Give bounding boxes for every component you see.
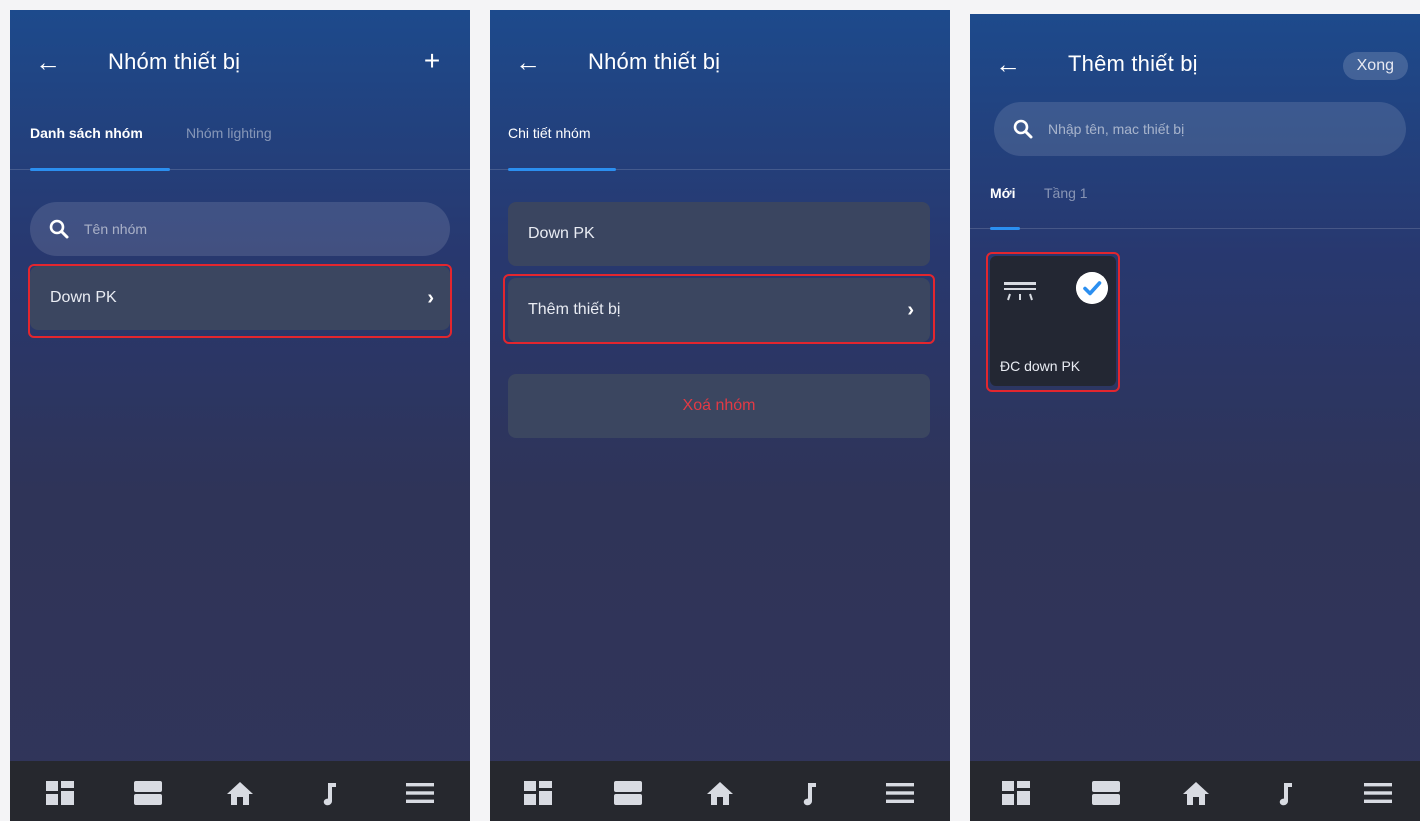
group-search-input[interactable]: Tên nhóm bbox=[30, 202, 450, 256]
back-arrow-icon[interactable]: ← bbox=[992, 48, 1024, 80]
bottom-nav bbox=[10, 761, 470, 821]
music-icon[interactable] bbox=[314, 779, 346, 807]
add-group-button[interactable]: + bbox=[416, 46, 448, 78]
home-icon[interactable] bbox=[1180, 779, 1212, 807]
device-search-input[interactable]: Nhập tên, mac thiết bị bbox=[994, 102, 1406, 156]
rooms-icon[interactable] bbox=[1090, 779, 1122, 807]
active-tab-indicator bbox=[508, 168, 616, 171]
search-icon bbox=[1013, 119, 1033, 139]
tab-lighting-group[interactable]: Nhóm lighting bbox=[186, 122, 272, 144]
delete-group-label: Xoá nhóm bbox=[682, 397, 756, 414]
dashboard-icon[interactable] bbox=[522, 779, 554, 807]
tab-group-detail[interactable]: Chi tiết nhóm bbox=[508, 122, 590, 144]
group-name-field[interactable]: Down PK bbox=[508, 202, 930, 266]
tab-bar: Mới Tầng 1 bbox=[970, 178, 1420, 230]
tab-new[interactable]: Mới bbox=[990, 182, 1016, 204]
app-header: ← Nhóm thiết bị + bbox=[10, 42, 470, 82]
active-tab-indicator bbox=[30, 168, 170, 171]
music-icon[interactable] bbox=[1270, 779, 1302, 807]
page-title: Thêm thiết bị bbox=[1068, 51, 1198, 76]
group-name-value: Down PK bbox=[528, 225, 595, 242]
bottom-nav bbox=[970, 761, 1420, 821]
app-header: ← Nhóm thiết bị bbox=[490, 42, 950, 82]
rooms-icon[interactable] bbox=[612, 779, 644, 807]
menu-icon[interactable] bbox=[404, 779, 436, 807]
home-icon[interactable] bbox=[224, 779, 256, 807]
back-arrow-icon[interactable]: ← bbox=[512, 46, 544, 78]
home-icon[interactable] bbox=[704, 779, 736, 807]
highlight-box bbox=[503, 274, 935, 344]
search-icon bbox=[49, 219, 69, 239]
tab-group-list[interactable]: Danh sách nhóm bbox=[30, 122, 143, 144]
active-tab-indicator bbox=[990, 227, 1020, 230]
add-device-screen: ← Thêm thiết bị Xong Nhập tên, mac thiết… bbox=[970, 14, 1420, 821]
delete-group-button[interactable]: Xoá nhóm bbox=[508, 374, 930, 438]
dashboard-icon[interactable] bbox=[44, 779, 76, 807]
search-placeholder: Nhập tên, mac thiết bị bbox=[1048, 121, 1185, 137]
page-title: Nhóm thiết bị bbox=[588, 49, 721, 74]
music-icon[interactable] bbox=[794, 779, 826, 807]
menu-icon[interactable] bbox=[884, 779, 916, 807]
highlight-box bbox=[986, 252, 1120, 392]
tab-bar: Chi tiết nhóm bbox=[490, 118, 950, 171]
tab-floor-1[interactable]: Tầng 1 bbox=[1044, 182, 1088, 204]
dashboard-icon[interactable] bbox=[1000, 779, 1032, 807]
search-placeholder: Tên nhóm bbox=[84, 221, 148, 237]
app-header: ← Thêm thiết bị Xong bbox=[970, 44, 1420, 84]
page-title: Nhóm thiết bị bbox=[108, 49, 241, 74]
rooms-icon[interactable] bbox=[132, 779, 164, 807]
done-button[interactable]: Xong bbox=[1342, 52, 1408, 80]
group-list-screen: ← Nhóm thiết bị + Danh sách nhóm Nhóm li… bbox=[10, 10, 470, 821]
tab-bar: Danh sách nhóm Nhóm lighting bbox=[10, 118, 470, 171]
back-arrow-icon[interactable]: ← bbox=[32, 46, 64, 78]
group-detail-screen: ← Nhóm thiết bị Chi tiết nhóm Down PK Th… bbox=[490, 10, 950, 821]
menu-icon[interactable] bbox=[1362, 779, 1394, 807]
bottom-nav bbox=[490, 761, 950, 821]
highlight-box bbox=[28, 264, 452, 338]
